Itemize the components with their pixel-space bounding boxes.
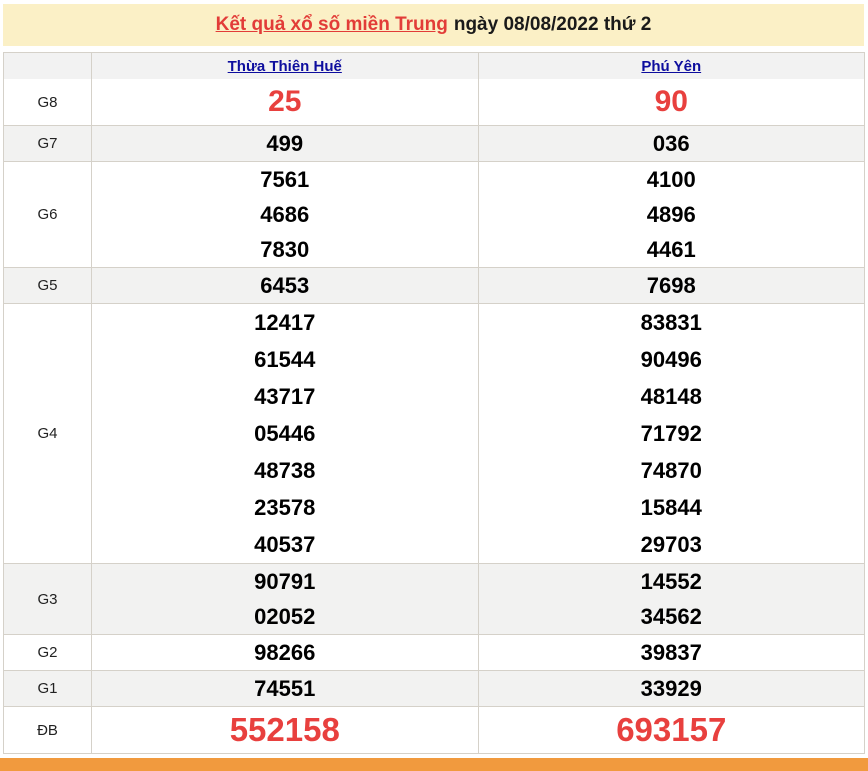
result-number: 90496 — [640, 347, 702, 372]
results-cell-thua-thien-hue: 7561 4686 7830 — [92, 162, 479, 267]
result-number: 48738 — [254, 458, 316, 483]
result-number: 33929 — [640, 676, 702, 701]
prize-label: G7 — [4, 126, 92, 161]
result-number: 25 — [268, 85, 302, 118]
result-number: 23578 — [254, 495, 316, 520]
results-cell-phu-yen: 83831 90496 48148 71792 74870 15844 29703 — [479, 304, 865, 563]
result-number: 4461 — [646, 237, 696, 262]
result-number: 74551 — [254, 676, 316, 701]
prize-label: G1 — [4, 671, 92, 706]
result-number: 40537 — [254, 532, 316, 557]
result-number: 6453 — [260, 273, 310, 298]
prize-row-db: ĐB 552158 693157 — [4, 706, 864, 753]
results-cell-thua-thien-hue: 12417 61544 43717 05446 48738 23578 40537 — [92, 304, 479, 563]
result-number: 7698 — [646, 273, 696, 298]
results-body: G8 25 90 G7 499 036 G6 7561 4686 7830 4100… — [4, 79, 864, 753]
result-number: 98266 — [254, 640, 316, 665]
result-number: 90 — [654, 85, 688, 118]
result-number: 71792 — [640, 421, 702, 446]
result-number: 036 — [652, 131, 690, 156]
prize-row-g6: G6 7561 4686 7830 4100 4896 4461 — [4, 161, 864, 267]
prize-row-g4: G4 12417 61544 43717 05446 48738 23578 40537 8… — [4, 303, 864, 563]
result-number: 83831 — [640, 310, 702, 335]
result-number: 4100 — [646, 167, 696, 192]
footer-orange-bar — [0, 758, 868, 771]
result-number: 39837 — [640, 640, 702, 665]
result-number: 499 — [266, 131, 304, 156]
result-number: 15844 — [640, 495, 702, 520]
result-number: 693157 — [616, 711, 727, 748]
result-number: 552158 — [229, 711, 340, 748]
results-cell-thua-thien-hue: 90791 02052 — [92, 564, 479, 634]
prize-label: G5 — [4, 268, 92, 303]
result-number: 74870 — [640, 458, 702, 483]
result-number: 48148 — [640, 384, 702, 409]
title-link[interactable]: Kết quả xổ số miền Trung — [216, 14, 448, 36]
prize-label: ĐB — [4, 707, 92, 753]
results-cell-phu-yen: 693157 — [479, 707, 865, 753]
results-table: Thừa Thiên Huế Phú Yên G8 25 90 G7 499 0… — [3, 52, 865, 754]
results-cell-thua-thien-hue: 499 — [92, 126, 479, 161]
result-number: 02052 — [254, 604, 316, 629]
results-cell-phu-yen: 33929 — [479, 671, 865, 706]
page-title: Kết quả xổ số miền Trung ngày 08/08/2022… — [3, 4, 864, 46]
results-cell-phu-yen: 39837 — [479, 635, 865, 670]
results-cell-thua-thien-hue: 98266 — [92, 635, 479, 670]
results-cell-phu-yen: 90 — [479, 79, 865, 125]
province-header-phu-yen: Phú Yên — [479, 53, 865, 79]
lottery-results-page: Kết quả xổ số miền Trung ngày 08/08/2022… — [0, 0, 868, 771]
results-cell-thua-thien-hue: 6453 — [92, 268, 479, 303]
result-number: 4896 — [646, 202, 696, 227]
prize-label: G8 — [4, 79, 92, 125]
prize-label: G2 — [4, 635, 92, 670]
results-cell-phu-yen: 14552 34562 — [479, 564, 865, 634]
results-cell-phu-yen: 4100 4896 4461 — [479, 162, 865, 267]
result-number: 7830 — [260, 237, 310, 262]
table-header-row: Thừa Thiên Huế Phú Yên — [4, 53, 864, 79]
results-cell-thua-thien-hue: 25 — [92, 79, 479, 125]
prize-row-g7: G7 499 036 — [4, 125, 864, 161]
province-link-phu-yen[interactable]: Phú Yên — [641, 58, 701, 75]
results-cell-phu-yen: 036 — [479, 126, 865, 161]
province-link-thua-thien-hue[interactable]: Thừa Thiên Huế — [228, 58, 342, 75]
prize-row-g3: G3 90791 02052 14552 34562 — [4, 563, 864, 634]
result-number: 43717 — [254, 384, 316, 409]
results-cell-thua-thien-hue: 552158 — [92, 707, 479, 753]
prize-row-g5: G5 6453 7698 — [4, 267, 864, 303]
result-number: 14552 — [640, 569, 702, 594]
province-header-thua-thien-hue: Thừa Thiên Huế — [92, 53, 479, 79]
prize-label: G4 — [4, 304, 92, 563]
prize-row-g1: G1 74551 33929 — [4, 670, 864, 706]
result-number: 4686 — [260, 202, 310, 227]
result-number: 12417 — [254, 310, 316, 335]
result-number: 29703 — [640, 532, 702, 557]
prize-label: G3 — [4, 564, 92, 634]
prize-label: G6 — [4, 162, 92, 267]
title-date-text: ngày 08/08/2022 thứ 2 — [453, 14, 652, 35]
result-number: 61544 — [254, 347, 316, 372]
prize-row-g8: G8 25 90 — [4, 79, 864, 125]
result-number: 05446 — [254, 421, 316, 446]
prize-column-header — [4, 53, 92, 79]
results-cell-phu-yen: 7698 — [479, 268, 865, 303]
results-cell-thua-thien-hue: 74551 — [92, 671, 479, 706]
prize-row-g2: G2 98266 39837 — [4, 634, 864, 670]
result-number: 34562 — [640, 604, 702, 629]
result-number: 90791 — [254, 569, 316, 594]
result-number: 7561 — [260, 167, 310, 192]
